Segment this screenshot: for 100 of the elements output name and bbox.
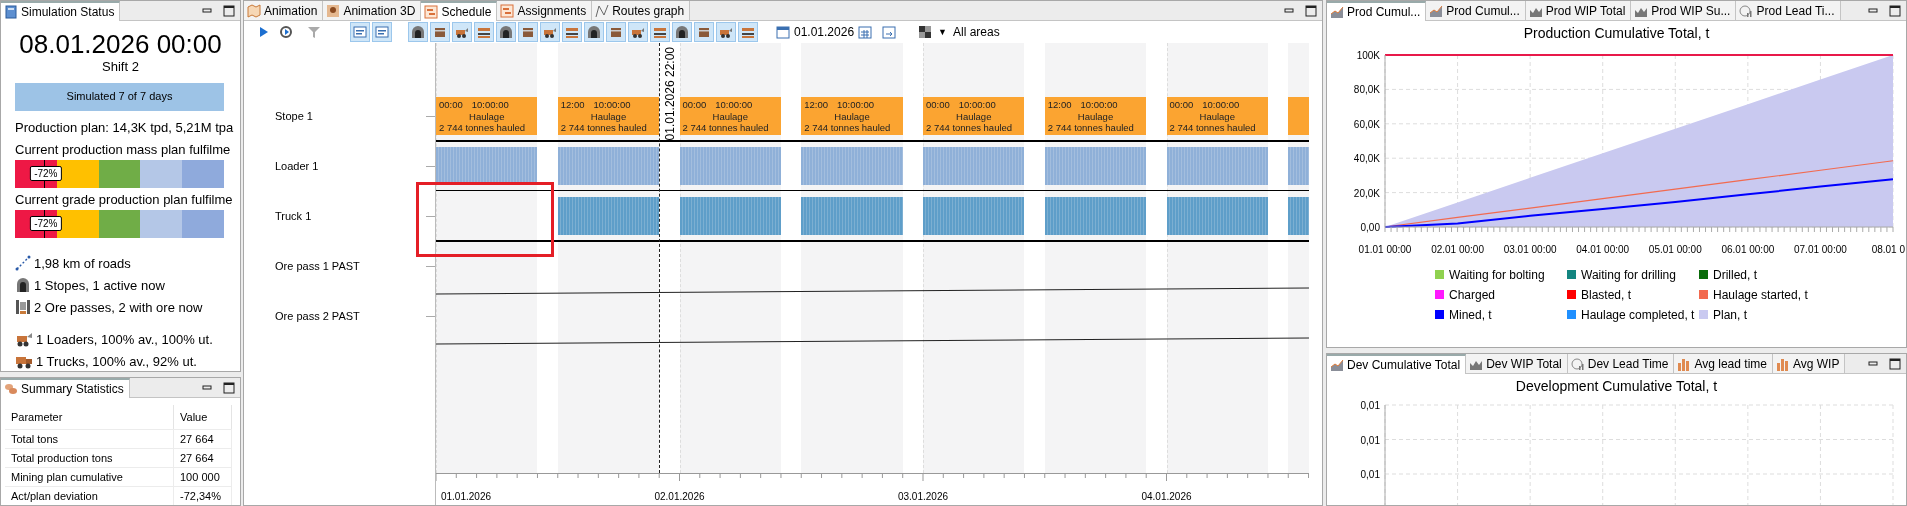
table-cell: 27 664 [174, 429, 232, 448]
table-cell: Act/plan deviation [5, 486, 174, 505]
bar-start: 12:00 [560, 99, 585, 110]
maximize-icon[interactable] [1888, 3, 1902, 18]
x-tick-label: 01.01 00:00 [1358, 244, 1412, 255]
toolbar-toggle[interactable] [496, 22, 516, 42]
view-tab[interactable]: Dev Cumulative Total [1327, 354, 1467, 374]
area-caret[interactable]: ▼ [938, 27, 947, 37]
view-tab[interactable]: Avg WIP [1773, 354, 1846, 373]
y-tick-label: 40,0K [1353, 153, 1380, 165]
view-tab[interactable]: Animation [244, 1, 324, 20]
checker-icon[interactable] [918, 25, 933, 39]
view-tab[interactable]: Routes graph [592, 1, 691, 20]
toolbar-toggle[interactable] [452, 22, 472, 42]
view-tab[interactable]: Animation 3D [323, 1, 422, 20]
toolbar-toggle[interactable] [584, 22, 604, 42]
bar-duration: 10:00:00 [715, 99, 753, 110]
task-bar[interactable]: 12:00 10:00:00 Haulage 2 744 tonnes hauled [557, 97, 660, 135]
bar-duration: 10:00:00 [837, 99, 874, 110]
view-tab[interactable]: Dev Lead Time [1567, 354, 1675, 373]
view-tab[interactable]: Avg lead time [1674, 354, 1773, 373]
gauge-band [56, 210, 99, 238]
view-tab[interactable]: Prod Cumul... [1327, 1, 1427, 21]
maximize-icon[interactable] [1888, 356, 1902, 371]
toolbar-toggle[interactable] [540, 22, 560, 42]
calendar-icon[interactable] [776, 25, 790, 39]
task-bar[interactable]: 12:00 10:00:00 Haulage 2 744 tonnes hauled [801, 97, 903, 135]
bar-note: 2 744 tonnes hauled [804, 122, 892, 133]
table-cell: -72,34% [174, 486, 232, 505]
network-stat: 1 Stopes, 1 active now [34, 277, 165, 293]
maximize-icon[interactable] [222, 380, 236, 395]
toolbar-toggle[interactable] [372, 22, 392, 42]
bar-title: Haulage [1077, 110, 1114, 122]
gauge-reading: -72% [30, 166, 62, 181]
x-tick-label: 04.01 00:00 [1576, 244, 1630, 255]
toolbar-toggle[interactable] [650, 22, 670, 42]
y-tick-label: 0,01 [1360, 434, 1380, 446]
bar-title: Haulage [956, 110, 992, 122]
legend-label: Drilled, t [1713, 267, 1757, 282]
view-tab[interactable]: Prod Cumul... [1426, 1, 1526, 20]
task-bar[interactable]: 12:00 10:00:00 Haulage 2 744 tonnes hauled [1044, 97, 1147, 135]
date-label: 04.01.2026 [1141, 491, 1192, 502]
legend-label: Haulage started, t [1713, 287, 1808, 302]
view-tab[interactable]: Assignments [497, 1, 593, 20]
view-tab[interactable]: Simulation Status [1, 1, 121, 21]
view-tab[interactable]: Schedule [421, 1, 498, 21]
toolbar-toggle[interactable] [430, 22, 450, 42]
activity-bar[interactable] [436, 147, 538, 185]
bar-duration: 10:00:00 [958, 99, 996, 110]
toolbar-toggle[interactable] [738, 22, 758, 42]
bar-start: 12:00 [804, 99, 829, 110]
toolbar-toggle[interactable] [562, 22, 582, 42]
toolbar-toggle[interactable] [716, 22, 736, 42]
toolbar-toggle[interactable] [628, 22, 648, 42]
task-bar[interactable]: 00:00 10:00:00 Haulage 2 744 tonnes hauled [1166, 97, 1268, 135]
toolbar-toggle[interactable] [694, 22, 714, 42]
gantt-icon [424, 5, 439, 19]
toolbar-toggle[interactable] [518, 22, 538, 42]
view-tab[interactable]: Dev WIP Total [1466, 354, 1568, 373]
y-tick-label: 0,01 [1360, 469, 1380, 480]
maximize-icon[interactable] [1304, 3, 1318, 18]
view-tab[interactable]: Prod WIP Total [1525, 1, 1632, 20]
maximize-icon[interactable] [222, 3, 236, 18]
toolbar-toggle[interactable] [606, 22, 626, 42]
view-tab[interactable]: Prod WIP Su... [1631, 1, 1737, 20]
bar-note: 2 744 tonnes hauled [560, 122, 648, 133]
toolbar-toggle[interactable] [408, 22, 428, 42]
x-tick-label: 03.01 00:00 [1503, 244, 1557, 255]
clock-chart-icon [1739, 3, 1754, 18]
table-cell: Mining plan cumulative [5, 467, 174, 486]
column-header[interactable]: Value [174, 405, 232, 429]
row-label: Loader 1 [275, 160, 319, 172]
gauge-band [98, 210, 141, 238]
task-bar[interactable]: 00:00 10:00:00 Haulage 2 744 tonnes hauled [679, 97, 781, 135]
network-stat: 1,98 km of roads [34, 255, 131, 271]
list-icon [353, 25, 367, 39]
calendar-icon[interactable] [882, 25, 897, 39]
loader-icon [15, 331, 33, 347]
gantt-icon [500, 3, 515, 18]
shift-label: Shift 2 [101, 59, 140, 75]
gauge-band [182, 210, 224, 238]
toolbar-toggle[interactable] [672, 22, 692, 42]
y-tick-label: 0,00 [1360, 222, 1380, 233]
bar-title: Haulage [712, 110, 748, 122]
toolbar-toggle[interactable] [350, 22, 370, 42]
view-tab[interactable]: Summary Statistics [1, 378, 130, 398]
bar-title: Haulage [469, 110, 505, 122]
area-selector[interactable]: All areas [953, 25, 1000, 39]
gauge-title: Current production mass plan fulfilme [15, 141, 231, 158]
row-label: Truck 1 [275, 210, 312, 222]
view-tab[interactable]: Prod Lead Ti... [1736, 1, 1841, 20]
calendar-icon[interactable] [858, 25, 873, 39]
toolbar-toggle[interactable] [474, 22, 494, 42]
conveyor-icon [565, 25, 579, 39]
conveyor-icon [653, 25, 667, 39]
bar-start: 00:00 [1169, 99, 1194, 110]
task-bar[interactable]: 00:00 10:00:00 Haulage 2 744 tonnes hauled [436, 97, 538, 135]
start-date[interactable]: 01.01.2026 [794, 25, 855, 39]
column-header[interactable]: Parameter [5, 405, 174, 429]
task-bar[interactable]: 00:00 10:00:00 Haulage 2 744 tonnes hauled [923, 97, 1025, 135]
